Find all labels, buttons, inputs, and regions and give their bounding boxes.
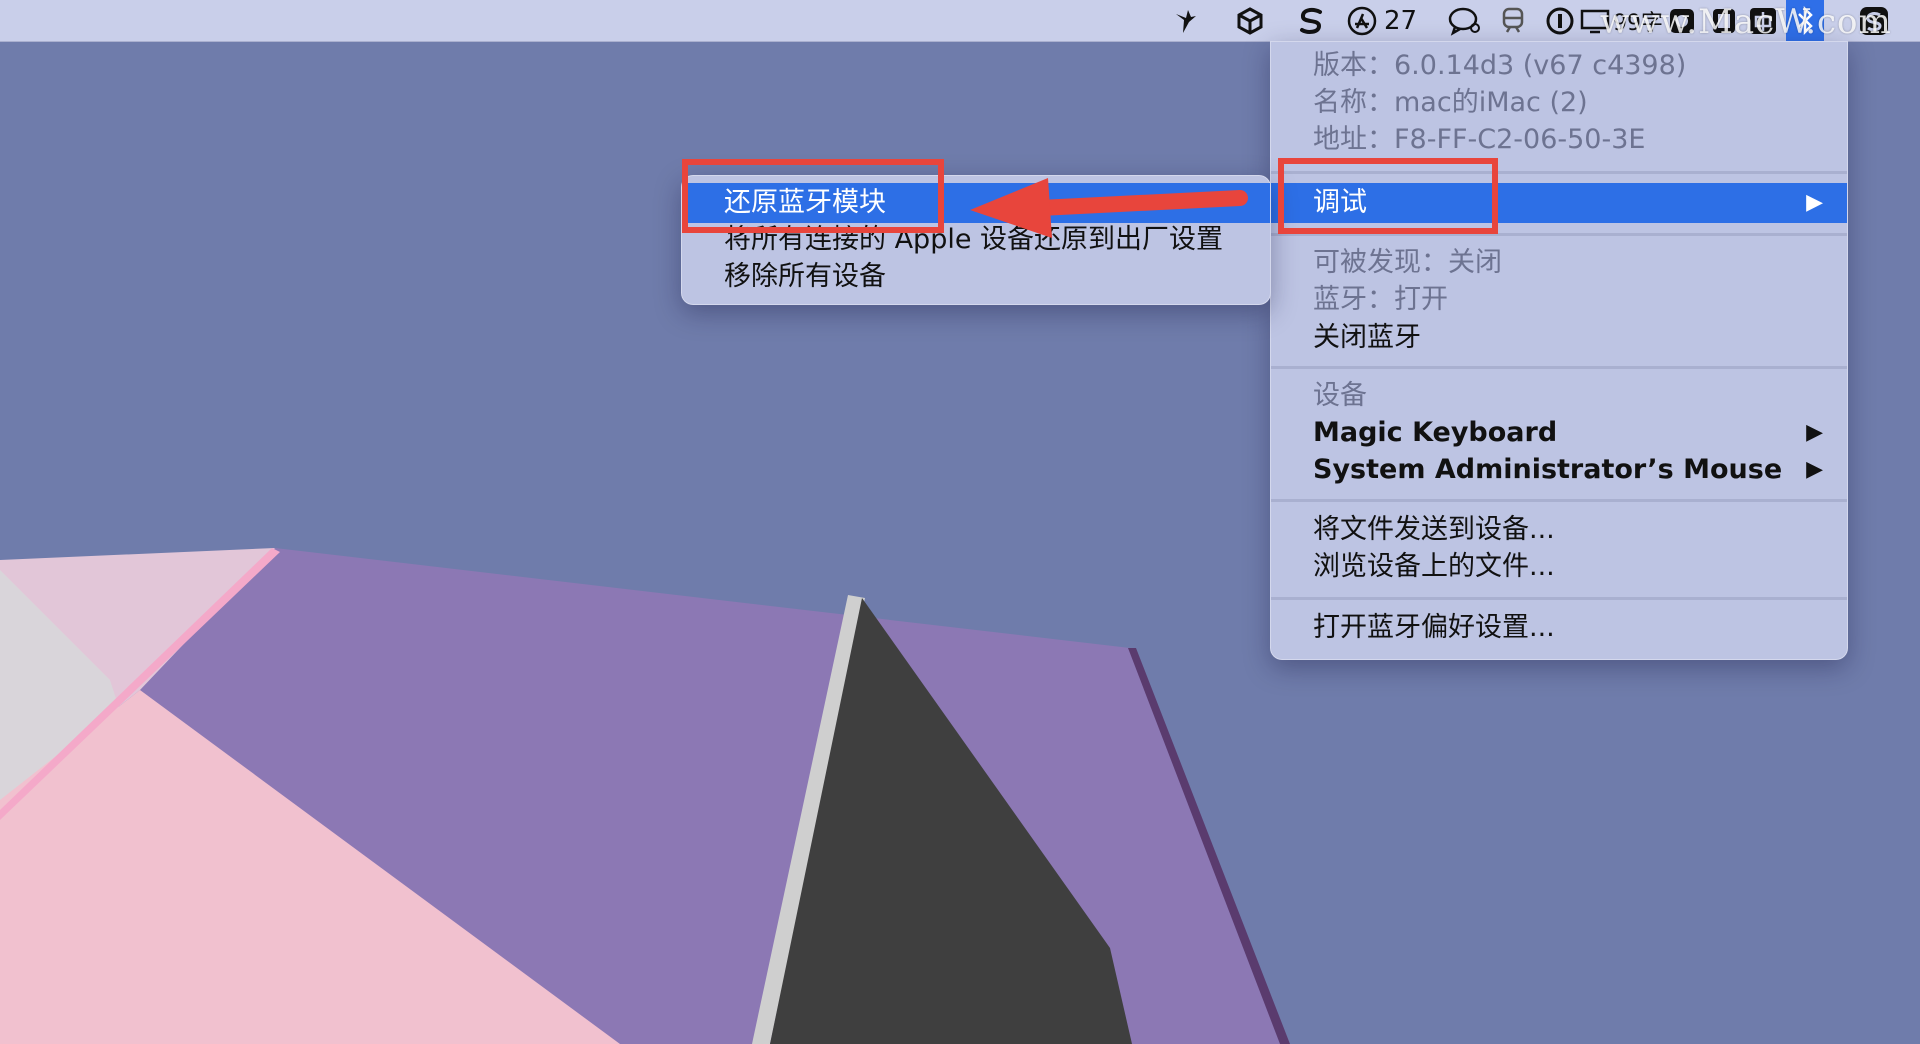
device-label: System Administrator’s Mouse (1313, 454, 1783, 485)
watermark: www.MacW.com (1600, 2, 1892, 42)
devices-header: 设备 (1313, 380, 1367, 411)
menu-item-open-preferences[interactable]: 打开蓝牙偏好设置... (1271, 610, 1847, 646)
wechat-icon[interactable] (1444, 0, 1484, 41)
separator (1271, 597, 1847, 600)
separator (1271, 366, 1847, 369)
submenu-arrow-icon: ▶ (1806, 457, 1823, 482)
package-icon[interactable] (1232, 0, 1268, 41)
train-icon[interactable] (1495, 0, 1531, 41)
device-label: Magic Keyboard (1313, 417, 1558, 448)
submenu-arrow-icon: ▶ (1806, 190, 1823, 215)
menu-item-browse-files[interactable]: 浏览设备上的文件... (1271, 549, 1847, 585)
app-store-icon (1347, 6, 1377, 35)
bluetooth-menu: 版本：6.0.14d3 (v67 c4398) 名称：mac的iMac (2) … (1270, 41, 1848, 660)
app-store-updates[interactable]: 27 (1346, 0, 1440, 41)
menu-item-remove-all-devices[interactable]: 移除所有设备 (682, 259, 1270, 295)
menu-bar: 27 99字 www.MacW.com (0, 0, 1920, 42)
separator (1271, 499, 1847, 502)
version-info: 版本：6.0.14d3 (v67 c4398) (1313, 50, 1687, 81)
annotation-box-debug (1278, 158, 1498, 234)
menu-item-mouse[interactable]: System Administrator’s Mouse ▶ (1271, 452, 1847, 488)
menu-item-turn-off-bluetooth[interactable]: 关闭蓝牙 (1271, 320, 1847, 356)
annotation-box-reset (682, 159, 944, 233)
update-count: 27 (1384, 5, 1418, 36)
address-info: 地址：F8-FF-C2-06-50-3E (1313, 124, 1646, 155)
name-info: 名称：mac的iMac (2) (1313, 87, 1588, 118)
discoverable-status: 可被发现：关闭 (1313, 247, 1502, 278)
one-password-icon[interactable] (1542, 0, 1578, 41)
menu-item-send-file[interactable]: 将文件发送到设备... (1271, 512, 1847, 548)
annotation-arrow-icon (970, 178, 1248, 238)
bluetooth-status: 蓝牙：打开 (1313, 284, 1448, 315)
scrivener-icon[interactable] (1293, 0, 1329, 41)
menu-item-magic-keyboard[interactable]: Magic Keyboard ▶ (1271, 415, 1847, 451)
bird-icon[interactable] (1168, 0, 1204, 41)
submenu-arrow-icon: ▶ (1806, 420, 1823, 445)
